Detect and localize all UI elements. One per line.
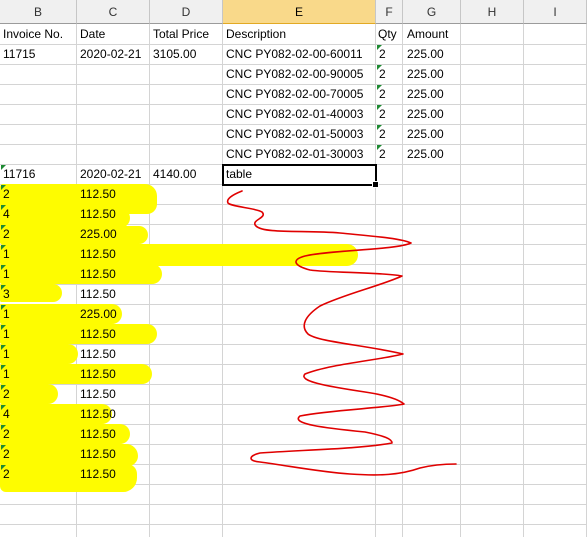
misplaced-qty-cell[interactable]: 3 [3,284,10,304]
misplaced-qty-cell[interactable]: 2 [3,464,10,484]
gridline [375,24,376,537]
misplaced-amount-cell[interactable]: 112.50 [80,444,116,464]
header-amount[interactable]: Amount [407,24,448,44]
misplaced-amount-cell[interactable]: 225.00 [80,224,117,244]
yellow-highlight [0,444,138,466]
amount-cell[interactable]: 225.00 [407,124,444,144]
yellow-highlight [0,344,78,364]
gridline [0,504,587,505]
qty-cell[interactable]: 2 [379,124,386,144]
description-cell[interactable]: CNC PY082-02-00-60011 [226,44,363,64]
column-header-c[interactable]: C [77,0,150,24]
yellow-highlight [0,324,157,344]
misplaced-qty-cell[interactable]: 1 [3,344,10,364]
column-header-h[interactable]: H [461,0,524,24]
description-cell[interactable]: CNC PY082-02-01-40003 [226,104,363,124]
amount-cell[interactable]: 225.00 [407,144,444,164]
misplaced-amount-cell[interactable]: 112.50 [80,404,116,424]
amount-cell[interactable]: 225.00 [407,44,444,64]
yellow-highlight [0,364,152,384]
header-invoice-no[interactable]: Invoice No. [3,24,63,44]
misplaced-qty-cell[interactable]: 1 [3,364,10,384]
column-header-i[interactable]: I [524,0,587,24]
column-header-e[interactable]: E [223,0,376,24]
misplaced-qty-cell[interactable]: 2 [3,224,10,244]
amount-cell[interactable]: 225.00 [407,104,444,124]
amount-cell[interactable]: 225.00 [407,64,444,84]
column-header-b[interactable]: B [0,0,77,24]
header-qty[interactable]: Qty [378,24,397,44]
date-cell[interactable]: 2020-02-21 [80,164,141,184]
misplaced-qty-cell[interactable]: 1 [3,244,10,264]
yellow-highlight [0,226,148,244]
column-header-f[interactable]: F [376,0,403,24]
gridline [222,24,223,537]
invoice-no-cell[interactable]: 11715 [3,44,35,64]
red-scribble-line [226,190,457,476]
qty-cell[interactable]: 2 [379,44,386,64]
misplaced-amount-cell[interactable]: 225.00 [80,304,117,324]
misplaced-amount-cell[interactable]: 112.50 [80,384,116,404]
fill-handle[interactable] [372,181,379,188]
active-cell-border[interactable] [222,164,377,186]
misplaced-qty-cell[interactable]: 2 [3,184,10,204]
misplaced-qty-cell[interactable]: 4 [3,204,10,224]
qty-cell[interactable]: 2 [379,144,386,164]
misplaced-qty-cell[interactable]: 1 [3,264,10,284]
misplaced-qty-cell[interactable]: 1 [3,304,10,324]
date-cell[interactable]: 2020-02-21 [80,44,141,64]
header-total-price[interactable]: Total Price [153,24,209,44]
misplaced-amount-cell[interactable]: 112.50 [80,324,116,344]
yellow-highlight [0,464,137,492]
qty-cell[interactable]: 2 [379,104,386,124]
misplaced-qty-cell[interactable]: 2 [3,424,10,444]
misplaced-amount-cell[interactable]: 112.50 [80,424,116,444]
misplaced-qty-cell[interactable]: 2 [3,384,10,404]
gridline [460,24,461,537]
misplaced-amount-cell[interactable]: 112.50 [80,184,116,204]
misplaced-qty-cell[interactable]: 2 [3,444,10,464]
spreadsheet: B C D E F G H I Invoice No. Date Total P… [0,0,587,537]
qty-cell[interactable]: 2 [379,84,386,104]
description-cell[interactable]: CNC PY082-02-00-70005 [226,84,363,104]
gridline [0,524,587,525]
total-price-cell[interactable]: 3105.00 [153,44,196,64]
header-date[interactable]: Date [80,24,105,44]
yellow-highlight [0,244,358,266]
total-price-cell[interactable]: 4140.00 [153,164,196,184]
column-header-g[interactable]: G [403,0,461,24]
header-description[interactable]: Description [226,24,286,44]
misplaced-amount-cell[interactable]: 112.50 [80,464,116,484]
amount-cell[interactable]: 225.00 [407,84,444,104]
description-cell[interactable]: CNC PY082-02-01-50003 [226,124,363,144]
column-header-d[interactable]: D [150,0,223,24]
misplaced-amount-cell[interactable]: 112.50 [80,244,116,264]
misplaced-qty-cell[interactable]: 1 [3,324,10,344]
gridline [523,24,524,537]
misplaced-qty-cell[interactable]: 4 [3,404,10,424]
qty-cell[interactable]: 2 [379,64,386,84]
gridline [402,24,403,537]
misplaced-amount-cell[interactable]: 112.50 [80,264,116,284]
misplaced-amount-cell[interactable]: 112.50 [80,284,116,304]
invoice-no-cell[interactable]: 11716 [3,164,35,184]
misplaced-amount-cell[interactable]: 112.50 [80,204,116,224]
misplaced-amount-cell[interactable]: 112.50 [80,344,116,364]
description-cell[interactable]: CNC PY082-02-01-30003 [226,144,363,164]
misplaced-amount-cell[interactable]: 112.50 [80,364,116,384]
description-cell[interactable]: CNC PY082-02-00-90005 [226,64,363,84]
